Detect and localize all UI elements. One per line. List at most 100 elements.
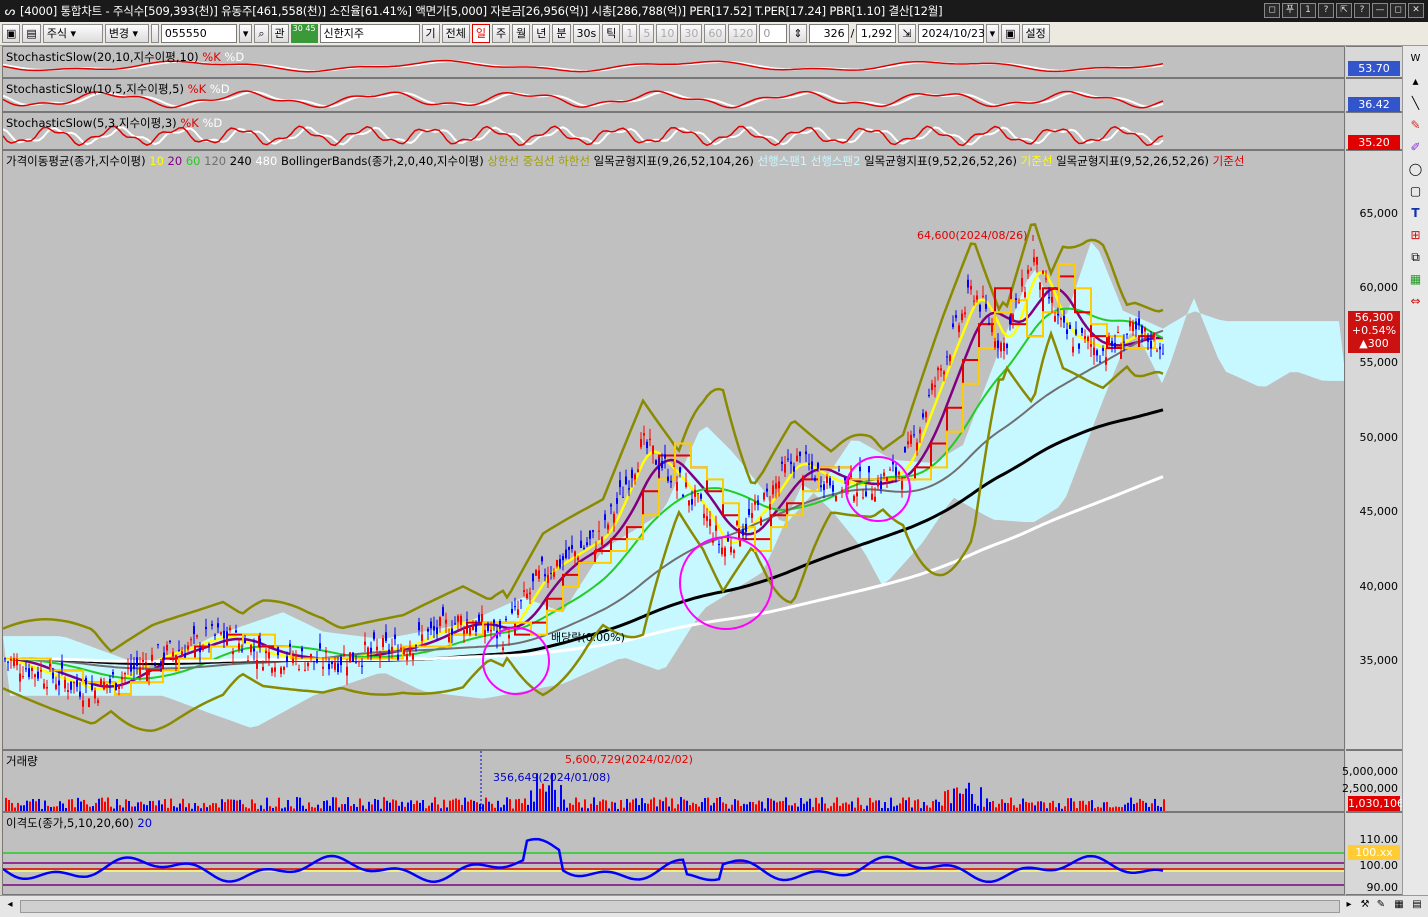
volume-bar bbox=[692, 802, 694, 811]
save-icon[interactable]: ▣ bbox=[1001, 24, 1020, 43]
volume-bar bbox=[104, 801, 106, 811]
candle-body bbox=[79, 691, 81, 697]
candle-body bbox=[325, 651, 327, 653]
volume-bar bbox=[686, 800, 688, 811]
all-button[interactable]: 전체 bbox=[441, 24, 470, 43]
search-icon[interactable]: ⌕ bbox=[254, 24, 269, 43]
period-tick-button[interactable]: 틱 bbox=[602, 24, 621, 43]
pin-tool-icon[interactable]: ✎ bbox=[1374, 899, 1388, 914]
period-day-button[interactable]: 일 bbox=[471, 24, 491, 43]
period-30s-button[interactable]: 30s bbox=[572, 24, 601, 43]
pencil-icon[interactable]: ✎ bbox=[1407, 116, 1425, 134]
candle-body bbox=[619, 480, 621, 488]
date-dropdown-icon[interactable]: ▾ bbox=[985, 24, 1000, 43]
candle-body bbox=[70, 681, 72, 690]
candle-body bbox=[385, 632, 387, 641]
candle-body bbox=[943, 371, 945, 375]
code-input[interactable]: 055550 bbox=[160, 24, 237, 43]
candle-body bbox=[985, 303, 987, 309]
market-select[interactable]: 주식 ▾ bbox=[42, 24, 103, 43]
disparity-pane[interactable]: 이격도(종가,5,10,20,60) 20 bbox=[2, 812, 1345, 895]
scroll-left-icon[interactable]: ◂ bbox=[3, 899, 17, 914]
image-icon[interactable]: ▦ bbox=[1407, 270, 1425, 288]
settings-button[interactable]: 설정 bbox=[1021, 24, 1050, 43]
candle-body bbox=[103, 681, 105, 690]
interval-input[interactable]: 0 bbox=[759, 24, 788, 43]
candle-body bbox=[553, 572, 555, 577]
stoch-title-1: StochasticSlow(20,10,지수이평,10) %K %D bbox=[6, 50, 245, 64]
copy-icon[interactable]: ⧉ bbox=[1407, 248, 1425, 266]
grid-icon[interactable]: ▦ bbox=[1392, 899, 1406, 914]
question-icon[interactable]: ? bbox=[1354, 3, 1370, 18]
candle-body bbox=[865, 491, 867, 497]
period-minute-button[interactable]: 분 bbox=[552, 24, 571, 43]
total-input[interactable]: 1,292 bbox=[856, 24, 897, 43]
help-icon[interactable]: ? bbox=[1318, 3, 1334, 18]
fibonacci-icon[interactable]: ⊞ bbox=[1407, 226, 1425, 244]
marker-icon[interactable]: ✐ bbox=[1407, 138, 1425, 156]
candle-body bbox=[139, 667, 141, 675]
w-icon[interactable]: W bbox=[1407, 50, 1425, 68]
scroll-stub[interactable] bbox=[150, 24, 159, 43]
date-input[interactable]: 2024/10/23 bbox=[917, 24, 985, 43]
candle-body bbox=[340, 657, 342, 666]
layout-icon[interactable]: ▣ bbox=[2, 24, 21, 43]
candle-body bbox=[826, 476, 828, 484]
count-input[interactable]: 326 bbox=[808, 24, 849, 43]
candle-body bbox=[133, 665, 135, 669]
code-dropdown-icon[interactable]: ▾ bbox=[238, 24, 253, 43]
ellipse-icon[interactable]: ◯ bbox=[1407, 160, 1425, 178]
list-icon[interactable]: ▤ bbox=[1410, 899, 1424, 914]
minimize-icon[interactable]: — bbox=[1372, 3, 1388, 18]
wrench-icon[interactable]: ⚒ bbox=[1358, 899, 1372, 914]
time-badge[interactable]: 30 45 bbox=[290, 24, 318, 43]
candle-body bbox=[451, 628, 453, 635]
rectangle-icon[interactable]: ▢ bbox=[1407, 182, 1425, 200]
minute-60-button[interactable]: 60 bbox=[704, 24, 727, 43]
scroll-up-icon[interactable]: ▴ bbox=[1407, 72, 1425, 90]
zoom-icon[interactable]: ⇲ bbox=[898, 24, 916, 43]
minute-120-button[interactable]: 120 bbox=[728, 24, 758, 43]
period-week-button[interactable]: 주 bbox=[492, 24, 511, 43]
stoch-pane-1[interactable]: StochasticSlow(20,10,지수이평,10) %K %D bbox=[2, 46, 1345, 78]
stoch-pane-3[interactable]: StochasticSlow(5,3,지수이평,3) %K %D bbox=[2, 112, 1345, 150]
period-month-button[interactable]: 월 bbox=[512, 24, 531, 43]
restore-icon[interactable]: ◻ bbox=[1264, 3, 1280, 18]
text-tool-icon[interactable]: T bbox=[1407, 204, 1425, 222]
candle-body bbox=[238, 643, 240, 650]
gi-button[interactable]: 기 bbox=[421, 24, 440, 43]
period-year-button[interactable]: 년 bbox=[532, 24, 551, 43]
horizontal-scrollbar[interactable]: ◂ ▸ ⚒ ✎ ▦ ▤ bbox=[0, 895, 1428, 917]
change-select[interactable]: 변경 ▾ bbox=[104, 24, 149, 43]
scroll-thumb[interactable] bbox=[20, 900, 1340, 913]
candle-body bbox=[754, 501, 756, 505]
volume-bar bbox=[413, 804, 415, 811]
scroll-right-icon[interactable]: ▸ bbox=[1342, 899, 1356, 914]
candle-body bbox=[964, 312, 966, 315]
candle-body bbox=[274, 667, 276, 672]
candle-body bbox=[37, 671, 39, 679]
volume-pane[interactable]: 거래량 5,600,729(2024/02/02) 356,649(2024/01… bbox=[2, 750, 1345, 812]
volume-bar bbox=[416, 800, 418, 811]
price-pane[interactable]: 가격이동평균(종가,지수이평) 10 20 60 120 240 480 Bol… bbox=[2, 150, 1345, 750]
minute-10-button[interactable]: 10 bbox=[656, 24, 679, 43]
detach-icon[interactable]: ⇱ bbox=[1336, 3, 1352, 18]
minute-1-button[interactable]: 1 bbox=[622, 24, 638, 43]
gwan-button[interactable]: 관 bbox=[270, 24, 289, 43]
pin-icon[interactable]: 푸 bbox=[1282, 3, 1298, 18]
screen-icon[interactable]: ▤ bbox=[22, 24, 41, 43]
stock-name-input[interactable]: 신한지주 bbox=[319, 24, 420, 43]
line-tool-icon[interactable]: ╲ bbox=[1407, 94, 1425, 112]
volume-bar bbox=[62, 803, 64, 811]
interval-stepper[interactable]: ⇕ bbox=[789, 24, 807, 43]
minute-5-button[interactable]: 5 bbox=[639, 24, 655, 43]
volume-bar bbox=[653, 797, 655, 811]
close-icon[interactable]: ✕ bbox=[1408, 3, 1424, 18]
minute-30-button[interactable]: 30 bbox=[680, 24, 703, 43]
chart-area[interactable]: StochasticSlow(20,10,지수이평,10) %K %D 53.7… bbox=[0, 46, 1404, 895]
stoch-pane-2[interactable]: StochasticSlow(10,5,지수이평,5) %K %D bbox=[2, 78, 1345, 112]
maximize-icon[interactable]: ◻ bbox=[1390, 3, 1406, 18]
candle-body bbox=[748, 508, 750, 515]
measure-icon[interactable]: ⇔ bbox=[1407, 292, 1425, 310]
number-1-icon[interactable]: 1 bbox=[1300, 3, 1316, 18]
